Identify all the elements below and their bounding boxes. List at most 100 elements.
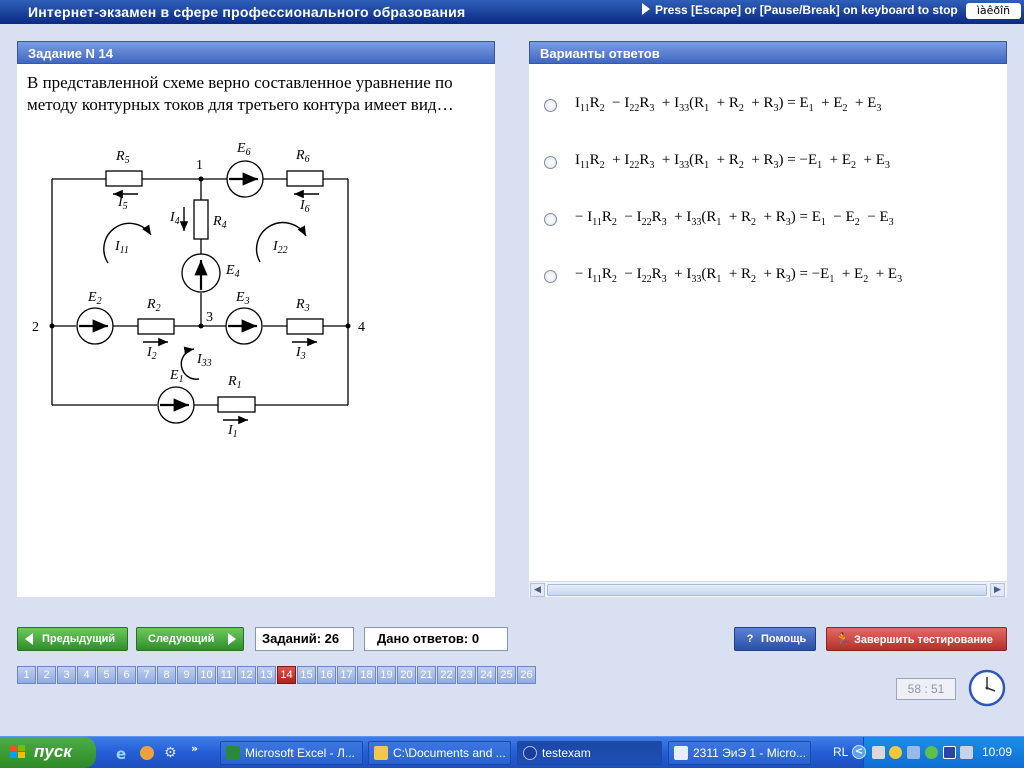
question-number-button[interactable]: 9 [177, 666, 196, 684]
question-number-button[interactable]: 25 [497, 666, 516, 684]
previous-button[interactable]: Предыдущий [17, 627, 128, 651]
question-number-button[interactable]: 26 [517, 666, 536, 684]
question-number-button[interactable]: 8 [157, 666, 176, 684]
node-label-3: 3 [206, 310, 213, 325]
answers-horizontal-scrollbar[interactable]: ◀ ▶ [529, 581, 1007, 597]
scroll-left-icon[interactable]: ◀ [530, 583, 545, 597]
finish-test-button[interactable]: 🏃 Завершить тестирование [826, 627, 1007, 651]
taskbar-item-excel[interactable]: Microsoft Excel - Л... [220, 741, 363, 765]
update-icon[interactable] [925, 746, 938, 759]
question-number-button[interactable]: 21 [417, 666, 436, 684]
language-indicator[interactable]: RL [833, 745, 848, 759]
answer-formula: I11R2 + I22R3 + I33(R1 + R2 + R3) = −E1 … [575, 152, 890, 171]
question-number-button[interactable]: 11 [217, 666, 236, 684]
resistor-r2 [137, 318, 175, 335]
windows-logo-icon [10, 745, 25, 758]
app-title: Интернет-экзамен в сфере профессионально… [28, 4, 466, 20]
start-button[interactable]: пуск [0, 737, 96, 768]
source-e6 [226, 160, 264, 198]
question-number-button[interactable]: 6 [117, 666, 136, 684]
radio-button[interactable] [544, 156, 557, 169]
question-number-button[interactable]: 12 [237, 666, 256, 684]
loop-arrow-i22 [255, 221, 307, 263]
node-label-1: 1 [196, 158, 203, 173]
label-e4: E4 [225, 263, 240, 280]
radio-button[interactable] [544, 99, 557, 112]
label-r3: R3 [295, 297, 310, 314]
taskbar-item-explorer[interactable]: C:\Documents and ... [368, 741, 511, 765]
help-button[interactable]: ? Помощь [734, 627, 816, 651]
scroll-thumb[interactable] [547, 584, 987, 596]
answers-panel [529, 64, 1007, 581]
answer-formula: I11R2 − I22R3 + I33(R1 + R2 + R3) = E1 +… [575, 95, 882, 114]
question-number-button[interactable]: 17 [337, 666, 356, 684]
radio-button[interactable] [544, 270, 557, 283]
stop-hint: Press [Escape] or [Pause/Break] on keybo… [642, 3, 958, 17]
question-number-button[interactable]: 18 [357, 666, 376, 684]
media-icon[interactable] [943, 746, 956, 759]
resistor-r1 [217, 396, 256, 413]
question-header: Задание N 14 [17, 41, 495, 64]
label-r2: R2 [146, 297, 161, 314]
label-e2: E2 [87, 290, 102, 307]
question-number-button[interactable]: 5 [97, 666, 116, 684]
media-player-icon[interactable] [140, 746, 154, 760]
play-icon[interactable] [907, 746, 920, 759]
label-i6: I6 [299, 198, 310, 215]
taskbar-item-label: 2311 ЭиЭ 1 - Micro... [693, 746, 807, 760]
label-i11: I11 [114, 239, 129, 256]
arrow-left-icon [25, 633, 33, 645]
question-number-button[interactable]: 23 [457, 666, 476, 684]
question-number-button[interactable]: 7 [137, 666, 156, 684]
scroll-right-icon[interactable]: ▶ [990, 583, 1005, 597]
resistor-r3 [286, 318, 324, 335]
help-label: Помощь [761, 633, 807, 645]
question-number-button[interactable]: 1 [17, 666, 36, 684]
question-number-button[interactable]: 19 [377, 666, 396, 684]
radio-button[interactable] [544, 213, 557, 226]
question-number-button[interactable]: 20 [397, 666, 416, 684]
ie-icon[interactable]: e [116, 745, 126, 763]
question-number-button[interactable]: 3 [57, 666, 76, 684]
stop-hint-text: Press [Escape] or [Pause/Break] on keybo… [655, 3, 958, 17]
chevron-expand-icon[interactable]: » [191, 742, 198, 755]
taskbar-item-testexam[interactable]: testexam [517, 741, 662, 765]
printer-icon[interactable] [872, 746, 885, 759]
answer-formula: − I11R2 − I22R3 + I33(R1 + R2 + R3) = E1… [575, 209, 894, 228]
question-number-button[interactable]: 15 [297, 666, 316, 684]
sun-icon[interactable] [889, 746, 902, 759]
question-number-button[interactable]: 14 [277, 666, 296, 684]
help-icon: ? [746, 633, 754, 645]
keyboard-layout-indicator[interactable]: ìàêðîñ [966, 3, 1021, 19]
node-label-4: 4 [358, 320, 365, 335]
label-r1: R1 [227, 374, 242, 391]
answer-formula: − I11R2 − I22R3 + I33(R1 + R2 + R3) = −E… [575, 266, 903, 285]
label-i4: I4 [169, 210, 180, 227]
label-e3: E3 [235, 290, 250, 307]
label-i33: I33 [196, 352, 212, 369]
folder-icon [374, 746, 388, 760]
resistor-r6 [286, 170, 324, 187]
source-e4 [181, 253, 221, 293]
excel-icon [226, 746, 240, 760]
question-number-button[interactable]: 13 [257, 666, 276, 684]
label-i22: I22 [272, 239, 288, 256]
question-number-button[interactable]: 2 [37, 666, 56, 684]
label-i1: I1 [227, 423, 238, 440]
node-label-2: 2 [32, 320, 39, 335]
taskbar-item-word[interactable]: 2311 ЭиЭ 1 - Micro... [668, 741, 811, 765]
app-shortcut-icon[interactable]: ⚙ [164, 745, 177, 761]
clock-icon [968, 669, 1006, 707]
answers-header: Варианты ответов [529, 41, 1007, 64]
question-number-button[interactable]: 10 [197, 666, 216, 684]
question-number-button[interactable]: 22 [437, 666, 456, 684]
quick-launch: e ⚙ » [116, 742, 216, 763]
question-number-button[interactable]: 16 [317, 666, 336, 684]
question-number-button[interactable]: 4 [77, 666, 96, 684]
network-icon[interactable] [960, 746, 973, 759]
tray-collapse-icon[interactable]: < [852, 745, 866, 759]
next-button[interactable]: Следующий [136, 627, 244, 651]
question-number-button[interactable]: 24 [477, 666, 496, 684]
source-e3 [225, 307, 263, 345]
start-label: пуск [34, 742, 72, 761]
